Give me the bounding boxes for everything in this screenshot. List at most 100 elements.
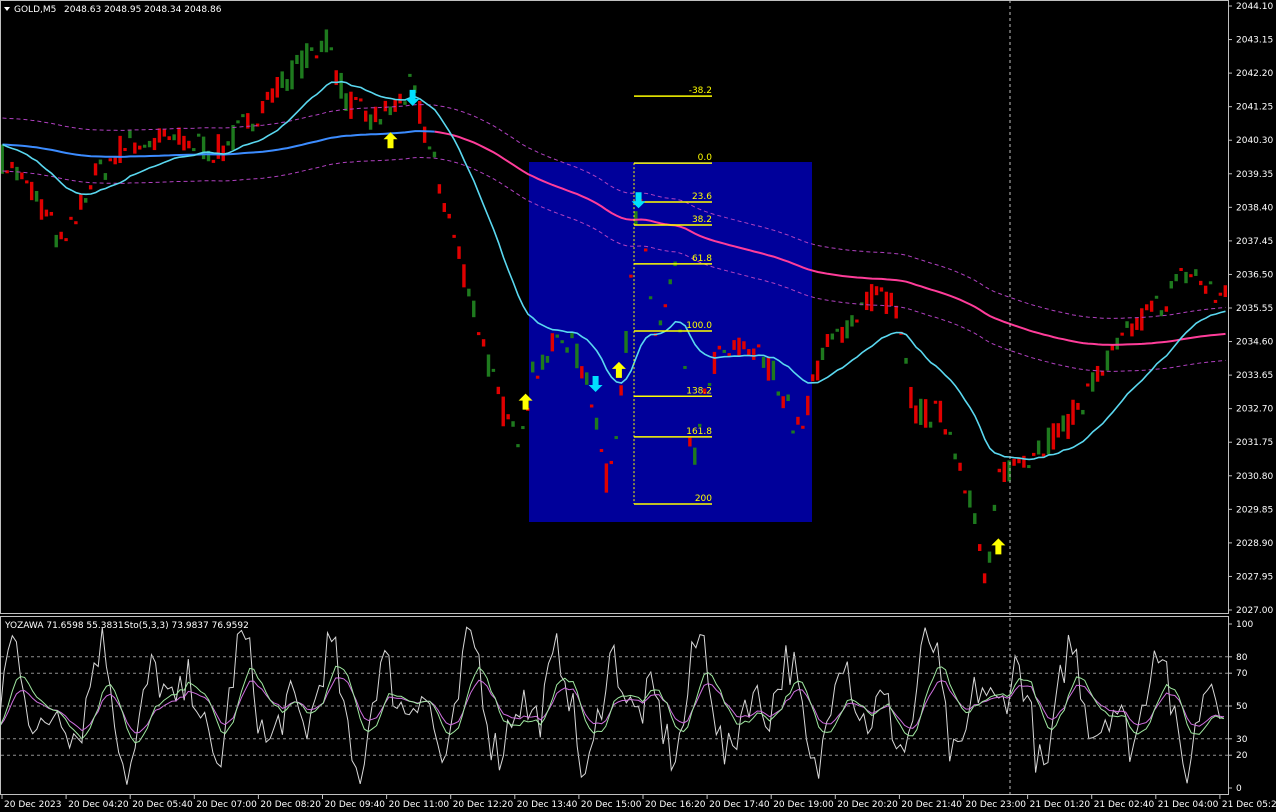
candle: [791, 430, 795, 434]
fibonacci-box[interactable]: [529, 162, 812, 522]
candle: [668, 279, 672, 285]
candle: [501, 396, 505, 427]
candle: [1149, 300, 1154, 312]
candle: [472, 300, 476, 318]
time-tick-label: 20 Dec 17:40: [709, 800, 770, 810]
candle: [177, 127, 181, 145]
time-tick-label: 20 Dec 21:40: [901, 800, 962, 810]
candle: [1169, 281, 1173, 289]
candle: [29, 181, 34, 201]
osc-tick-label: 80: [1236, 653, 1248, 663]
candle: [403, 101, 407, 105]
candle: [781, 396, 785, 409]
candle: [354, 96, 358, 100]
yozawa-readout: YOZAWA 71.6598 55.3831: [4, 621, 124, 631]
candle: [1027, 465, 1031, 469]
candle: [432, 151, 437, 158]
candle: [1174, 274, 1178, 282]
candle: [265, 91, 270, 100]
candle: [1194, 269, 1198, 276]
candle: [629, 274, 633, 278]
candle: [776, 391, 781, 396]
candle: [0, 144, 4, 174]
osc-tick-label: 70: [1236, 669, 1248, 679]
candle: [997, 468, 1002, 473]
candle: [1130, 323, 1134, 337]
price-tick-label: 2033.65: [1236, 371, 1273, 381]
candle: [835, 328, 839, 332]
candle: [948, 431, 952, 435]
candle: [516, 444, 520, 448]
candle: [1213, 299, 1218, 303]
candle: [383, 100, 388, 112]
price-tick-label: 2027.95: [1236, 572, 1273, 582]
candle: [1090, 372, 1095, 392]
candle: [231, 125, 235, 150]
osc-tick-label: 100: [1236, 620, 1253, 630]
candle: [663, 304, 668, 308]
osc-tick-label: 20: [1236, 751, 1248, 761]
candle: [1051, 423, 1056, 450]
candle: [157, 128, 162, 143]
candle: [167, 136, 171, 141]
fib-level-label: 200: [695, 494, 712, 504]
candle: [491, 368, 496, 372]
candle: [44, 209, 49, 217]
candle: [496, 386, 501, 395]
candle: [152, 137, 157, 151]
candle: [1179, 267, 1183, 271]
candle: [349, 91, 353, 119]
candle: [378, 119, 383, 125]
candle: [285, 79, 289, 91]
candle: [761, 356, 766, 368]
candle: [801, 425, 805, 429]
candle: [624, 330, 628, 353]
candle: [609, 460, 613, 465]
candle: [555, 334, 559, 338]
candle: [914, 405, 918, 424]
candle: [388, 106, 392, 116]
candle: [1056, 423, 1060, 438]
candle: [1164, 306, 1169, 312]
candle: [398, 93, 402, 104]
candle: [1189, 274, 1193, 278]
candle: [688, 437, 692, 447]
candle: [963, 490, 967, 494]
time-tick-label: 20 Dec 15:00: [581, 800, 642, 810]
symbol-label: GOLD,M5: [14, 5, 56, 15]
candle: [766, 356, 771, 381]
candle: [324, 29, 329, 53]
candle: [958, 462, 962, 471]
candle: [987, 551, 992, 563]
candle: [1120, 332, 1124, 336]
candle: [928, 421, 933, 428]
candle: [693, 447, 697, 465]
candle: [923, 399, 928, 428]
candle: [1223, 285, 1227, 297]
candle: [476, 332, 481, 336]
candle: [373, 106, 378, 123]
candle: [290, 60, 294, 90]
time-tick-label: 21 Dec 01:20: [1030, 800, 1091, 810]
osc-tick-label: 30: [1236, 735, 1248, 745]
candle: [147, 140, 152, 148]
candle: [992, 504, 997, 511]
candle: [825, 334, 830, 347]
price-tick-label: 2034.60: [1236, 338, 1273, 348]
trading-chart[interactable]: -38.20.023.638.261.8100.0138.2161.8200 2…: [0, 0, 1276, 812]
candle: [968, 490, 972, 508]
candle: [511, 421, 515, 427]
time-tick-label: 20 Dec 12:20: [453, 800, 514, 810]
price-tick-label: 2040.30: [1236, 136, 1273, 146]
candle: [182, 135, 186, 151]
candle: [280, 71, 284, 88]
candle: [1022, 455, 1026, 468]
candle: [211, 159, 216, 163]
candle: [594, 417, 599, 430]
price-tick-label: 2031.75: [1236, 438, 1273, 448]
time-tick-label: 20 Dec 19:00: [773, 800, 834, 810]
candle: [359, 98, 363, 102]
candle: [752, 348, 756, 360]
candle: [270, 88, 275, 103]
candle: [786, 394, 790, 402]
